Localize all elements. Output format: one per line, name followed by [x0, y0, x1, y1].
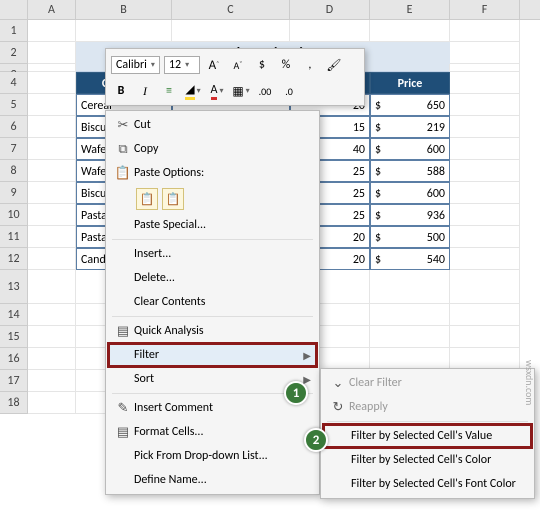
fill-color-icon[interactable]: ◢▾ — [183, 81, 203, 101]
context-menu: ✂Cut ⧉Copy 📋Paste Options: 📋 📋 Paste Spe… — [105, 110, 320, 495]
rowh-17[interactable]: 17 — [0, 370, 28, 392]
rowh-18[interactable]: 18 — [0, 392, 28, 414]
rowh-12[interactable]: 12 — [0, 248, 28, 270]
accounting-format-icon[interactable]: $ — [252, 55, 272, 75]
decrease-decimal-icon[interactable]: .0 — [279, 81, 299, 101]
comma-format-icon[interactable]: , — [300, 55, 320, 75]
percent-format-icon[interactable]: % — [276, 55, 296, 75]
rowh-10[interactable]: 10 — [0, 204, 28, 226]
sub-reapply: ↻Reapply — [323, 395, 532, 419]
rowh-5[interactable]: 5 — [0, 94, 28, 116]
sub-clear-filter: ⌄Clear Filter — [323, 371, 532, 395]
colh-F[interactable]: F — [450, 0, 520, 19]
watermark: wsxdn.com — [523, 360, 536, 405]
rowh-2[interactable]: 2 — [0, 42, 28, 64]
increase-font-icon[interactable]: Aˆ — [204, 55, 224, 75]
format-painter-icon[interactable]: 🖌 — [324, 55, 344, 75]
quick-analysis-icon: ▤ — [112, 324, 134, 339]
colh-E[interactable]: E — [370, 0, 450, 19]
rowh-1[interactable]: 1 — [0, 20, 28, 42]
rowh-4[interactable]: 4 — [0, 72, 28, 94]
rowh-14[interactable]: 14 — [0, 304, 28, 326]
ctx-format-cells[interactable]: ▤Format Cells... — [108, 420, 317, 444]
ctx-define-name[interactable]: Define Name... — [108, 468, 317, 492]
colh-D[interactable]: D — [290, 0, 370, 19]
ctx-cut[interactable]: ✂Cut — [108, 113, 317, 137]
paste-icon: 📋 — [112, 166, 134, 181]
rowh-16[interactable]: 16 — [0, 348, 28, 370]
sub-filter-by-color[interactable]: Filter by Selected Cell's Color — [323, 448, 532, 472]
colh-B[interactable]: B — [76, 0, 172, 19]
ctx-copy[interactable]: ⧉Copy — [108, 137, 317, 161]
ctx-filter[interactable]: Filter▶ — [108, 343, 317, 367]
paste-option-2[interactable]: 📋 — [162, 188, 184, 210]
borders-icon[interactable]: ▦▾ — [231, 81, 251, 101]
align-center-icon[interactable]: ≡ — [159, 81, 179, 101]
rowh-8[interactable]: 8 — [0, 160, 28, 182]
colh-C[interactable]: C — [172, 0, 290, 19]
paste-option-1[interactable]: 📋 — [136, 188, 158, 210]
copy-icon: ⧉ — [112, 142, 134, 157]
font-selector[interactable]: Calibri▾ — [111, 56, 160, 74]
bold-button[interactable]: B — [111, 81, 131, 101]
ctx-clear[interactable]: Clear Contents — [108, 290, 317, 314]
rowh-7[interactable]: 7 — [0, 138, 28, 160]
rowh-13[interactable]: 13 — [0, 270, 28, 304]
ctx-quick-analysis[interactable]: ▤Quick Analysis — [108, 319, 317, 343]
colh-A[interactable]: A — [28, 0, 76, 19]
comment-icon: ✎ — [112, 401, 134, 416]
rowh-11[interactable]: 11 — [0, 226, 28, 248]
font-size-selector[interactable]: 12▾ — [164, 56, 200, 74]
ctx-paste-special[interactable]: Paste Special... — [108, 213, 317, 237]
paste-options: 📋 📋 — [108, 185, 317, 213]
annotation-badge-1: 1 — [284, 381, 308, 405]
italic-button[interactable]: I — [135, 81, 155, 101]
col-header-e[interactable]: Price — [370, 72, 450, 94]
font-color-icon[interactable]: A▾ — [207, 81, 227, 101]
ctx-paste-options-label: 📋Paste Options: — [108, 161, 317, 185]
rowh-9[interactable]: 9 — [0, 182, 28, 204]
sub-filter-by-font-color[interactable]: Filter by Selected Cell's Font Color — [323, 472, 532, 496]
ctx-delete[interactable]: Delete... — [108, 266, 317, 290]
filter-submenu: ⌄Clear Filter ↻Reapply Filter by Selecte… — [320, 368, 535, 499]
rowh-6[interactable]: 6 — [0, 116, 28, 138]
mini-toolbar: Calibri▾ 12▾ Aˆ Aˇ $ % , 🖌 B I ≡ ◢▾ A▾ ▦… — [105, 48, 365, 106]
ctx-insert[interactable]: Insert... — [108, 242, 317, 266]
column-headers: A B C D E F — [0, 0, 540, 20]
clear-filter-icon: ⌄ — [327, 376, 349, 391]
increase-decimal-icon[interactable]: .00 — [255, 81, 275, 101]
rowh-3[interactable]: 3 — [0, 64, 28, 72]
cut-icon: ✂ — [112, 118, 134, 133]
rowh-15[interactable]: 15 — [0, 326, 28, 348]
decrease-font-icon[interactable]: Aˇ — [228, 55, 248, 75]
ctx-pick-from-list[interactable]: Pick From Drop-down List... — [108, 444, 317, 468]
sub-filter-by-value[interactable]: Filter by Selected Cell's Value — [323, 424, 532, 448]
reapply-icon: ↻ — [327, 400, 349, 415]
annotation-badge-2: 2 — [304, 428, 328, 452]
format-icon: ▤ — [112, 425, 134, 440]
chevron-right-icon: ▶ — [303, 349, 311, 362]
